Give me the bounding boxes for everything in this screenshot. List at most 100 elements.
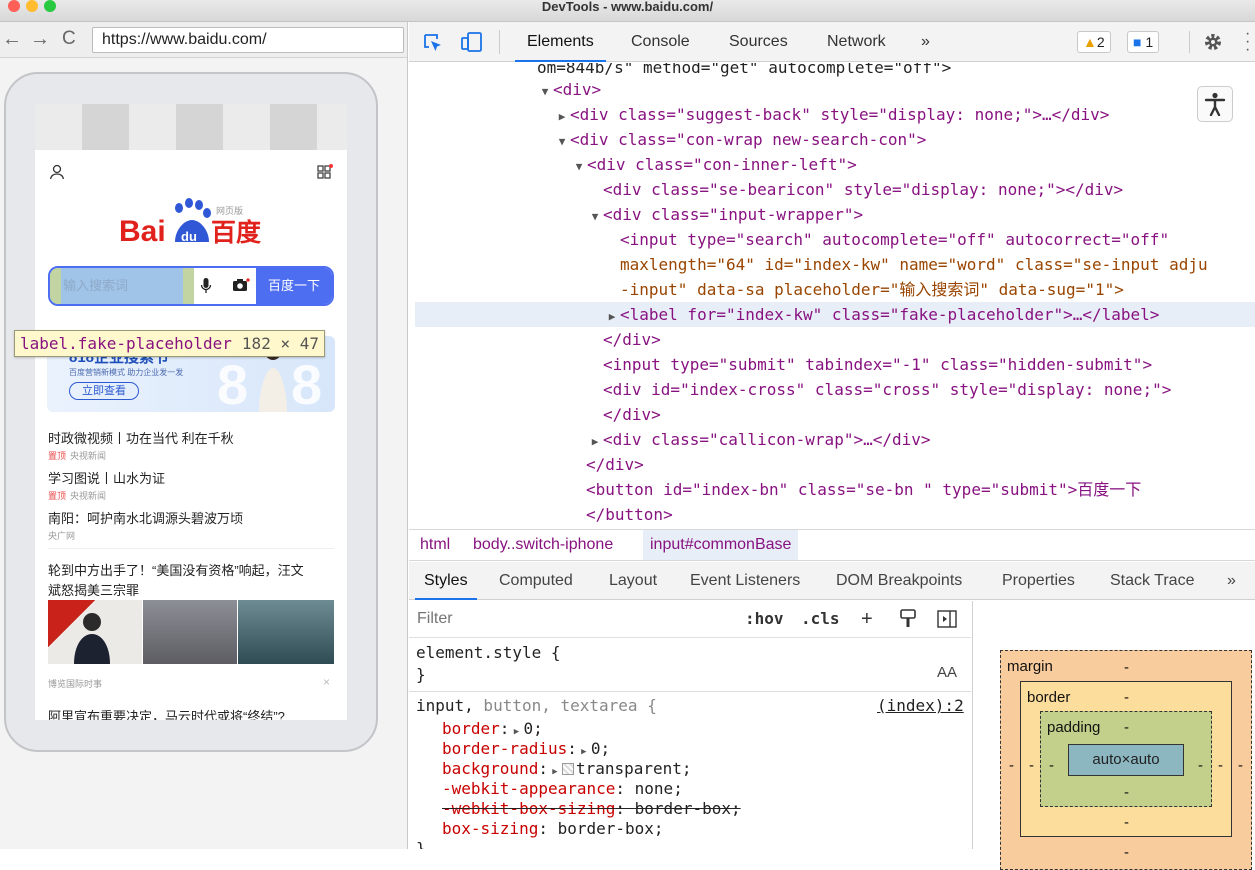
tab-console[interactable]: Console — [631, 22, 690, 62]
dom-node[interactable]: <div class="se-bearicon" style="display:… — [603, 177, 1123, 202]
css-property[interactable]: background: ▶ transparent; — [442, 758, 692, 779]
more-tabs-button[interactable]: » — [921, 22, 930, 62]
dom-node[interactable]: <input type="search" autocomplete="off" … — [620, 227, 1169, 252]
search-placeholder[interactable]: 输入搜索词 — [63, 268, 128, 304]
accessibility-person-icon[interactable] — [1197, 86, 1233, 122]
tab-elements[interactable]: Elements — [515, 22, 606, 62]
css-property-value[interactable]: none; — [635, 779, 683, 798]
css-property-name[interactable]: -webkit-box-sizing — [442, 799, 615, 818]
dismiss-close-icon[interactable]: × — [323, 675, 330, 689]
css-property-value[interactable]: 0; — [523, 719, 542, 738]
news-photo[interactable] — [48, 600, 142, 664]
baidu-search-button[interactable]: 百度一下 — [256, 268, 332, 304]
css-property-name[interactable]: box-sizing — [442, 819, 538, 838]
search-box[interactable]: 输入搜索词 百度一下 — [48, 266, 334, 306]
dom-node[interactable]: </button> — [586, 502, 673, 527]
css-property[interactable]: -webkit-appearance: none; — [442, 778, 683, 799]
css-property[interactable]: border: ▶ 0; — [442, 718, 543, 739]
dom-node[interactable]: <input type="submit" tabindex="-1" class… — [603, 352, 1152, 377]
expand-arrow-icon[interactable]: ▶ — [554, 104, 570, 129]
url-input[interactable]: https://www.baidu.com/ — [92, 27, 404, 53]
tab-network[interactable]: Network — [827, 22, 886, 62]
breadcrumb-html[interactable]: html — [420, 530, 450, 560]
box-model-content[interactable]: auto×auto — [1068, 744, 1184, 776]
dom-node[interactable]: ▼ <div> — [537, 77, 601, 102]
element-style-selector[interactable]: element.style { — [416, 642, 561, 663]
user-icon[interactable] — [49, 164, 65, 180]
expand-arrow-icon[interactable]: ▶ — [587, 429, 603, 454]
paint-brush-icon[interactable] — [899, 609, 917, 629]
news-title[interactable]: 学习图说丨山水为证 — [48, 468, 165, 487]
breadcrumb-input[interactable]: input#commonBase — [643, 530, 799, 560]
microphone-icon[interactable] — [200, 277, 212, 295]
news-title-continued[interactable]: 斌怒揭美三宗罪 — [48, 580, 139, 599]
sidebar-toggle-icon[interactable] — [937, 610, 957, 628]
color-swatch[interactable] — [561, 763, 574, 775]
dom-node[interactable]: </div> — [586, 452, 644, 477]
news-title[interactable]: 阿里宣布重要决定，马云时代或将“终结”? — [48, 706, 285, 720]
css-property-name[interactable]: -webkit-appearance — [442, 779, 615, 798]
dom-node[interactable]: </div> — [603, 402, 661, 427]
dom-node[interactable]: ▼ <div class="input-wrapper"> — [587, 202, 863, 227]
gear-icon[interactable] — [1203, 32, 1223, 52]
dom-node[interactable]: ▶ <div class="suggest-back" style="displa… — [554, 102, 1110, 129]
more-style-tabs-button[interactable]: » — [1227, 562, 1236, 600]
banner-cta-button[interactable]: 立即查看 — [69, 382, 139, 400]
grid-apps-icon[interactable] — [317, 163, 335, 181]
collapse-arrow-icon[interactable]: ▼ — [571, 154, 587, 179]
news-title[interactable]: 时政微视频丨功在当代 利在千秋 — [48, 428, 234, 447]
arrow-left-icon[interactable]: ← — [2, 28, 22, 50]
css-property-value[interactable]: border-box; — [558, 819, 664, 838]
tab-dom-breakpoints[interactable]: DOM Breakpoints — [836, 562, 962, 600]
dom-node[interactable]: ▼ <div class="con-inner-left"> — [571, 152, 857, 177]
font-editor-icon[interactable]: AA — [937, 662, 957, 683]
hover-state-toggle[interactable]: :hov — [745, 605, 784, 633]
rule-selector[interactable]: input, button, textarea { — [416, 695, 657, 716]
tab-properties[interactable]: Properties — [1002, 562, 1075, 600]
styles-filter-input[interactable] — [417, 605, 733, 633]
dom-node[interactable]: </div> — [603, 327, 661, 352]
css-property[interactable]: border-radius: ▶ 0; — [442, 738, 610, 759]
news-photo[interactable] — [238, 600, 334, 664]
tab-sources[interactable]: Sources — [729, 22, 788, 62]
css-property-value[interactable]: 0; — [591, 739, 610, 758]
class-toggle[interactable]: .cls — [801, 605, 840, 633]
collapse-arrow-icon[interactable]: ▼ — [587, 204, 603, 229]
tab-styles[interactable]: Styles — [415, 562, 477, 600]
new-rule-button[interactable]: + — [861, 605, 873, 633]
dom-node[interactable]: ▼ <div class="con-wrap new-search-con"> — [554, 127, 927, 154]
camera-icon[interactable] — [232, 277, 250, 293]
css-property-overridden[interactable]: -webkit-box-sizing: border-box; — [442, 798, 741, 819]
news-photo[interactable] — [143, 600, 237, 664]
news-title[interactable]: 南阳：呵护南水北调源头碧波万顷 — [48, 508, 243, 527]
tab-stack-trace[interactable]: Stack Trace — [1110, 562, 1194, 600]
arrow-right-icon[interactable]: → — [30, 28, 50, 50]
css-property[interactable]: box-sizing: border-box; — [442, 818, 664, 839]
messages-badge[interactable]: ■ 1 — [1127, 31, 1160, 53]
collapse-arrow-icon[interactable]: ▼ — [554, 129, 570, 154]
collapse-arrow-icon[interactable]: ▼ — [537, 79, 553, 104]
dom-node[interactable]: <button id="index-bn" class="se-bn " typ… — [586, 477, 1141, 502]
tab-event-listeners[interactable]: Event Listeners — [690, 562, 800, 600]
news-title[interactable]: 轮到中方出手了！“美国没有资格”响起，汪文 — [48, 560, 304, 579]
inspect-cursor-icon[interactable] — [423, 33, 443, 53]
css-property-name[interactable]: background — [442, 759, 538, 778]
dom-node-continued[interactable]: -input" data-sa placeholder="输入搜索词" data… — [620, 277, 1124, 302]
reload-icon[interactable]: C — [62, 28, 76, 50]
expand-arrow-icon[interactable]: ▶ — [604, 304, 620, 329]
vertical-dots-icon[interactable]: · · · — [1245, 26, 1250, 58]
tab-layout[interactable]: Layout — [609, 562, 657, 600]
rule-source-link[interactable]: (index):2 — [877, 695, 964, 716]
css-property-name[interactable]: border — [442, 719, 500, 738]
dom-node[interactable]: <div id="index-cross" class="cross" styl… — [603, 377, 1171, 402]
css-property-name[interactable]: border-radius — [442, 739, 567, 758]
tab-computed[interactable]: Computed — [499, 562, 573, 600]
dom-node-continued[interactable]: maxlength="64" id="index-kw" name="word"… — [620, 252, 1208, 277]
device-toggle-icon[interactable] — [461, 31, 483, 53]
warnings-badge[interactable]: ▲2 — [1077, 31, 1111, 53]
css-property-value[interactable]: border-box; — [635, 799, 741, 818]
css-property-value[interactable]: transparent; — [576, 759, 692, 778]
breadcrumb-body[interactable]: body..switch-iphone — [473, 530, 613, 560]
dom-node-selected[interactable]: ▶ <label for="index-kw" class="fake-place… — [415, 302, 1255, 327]
dom-node[interactable]: ▶ <div class="callicon-wrap">…</div> — [587, 427, 931, 452]
